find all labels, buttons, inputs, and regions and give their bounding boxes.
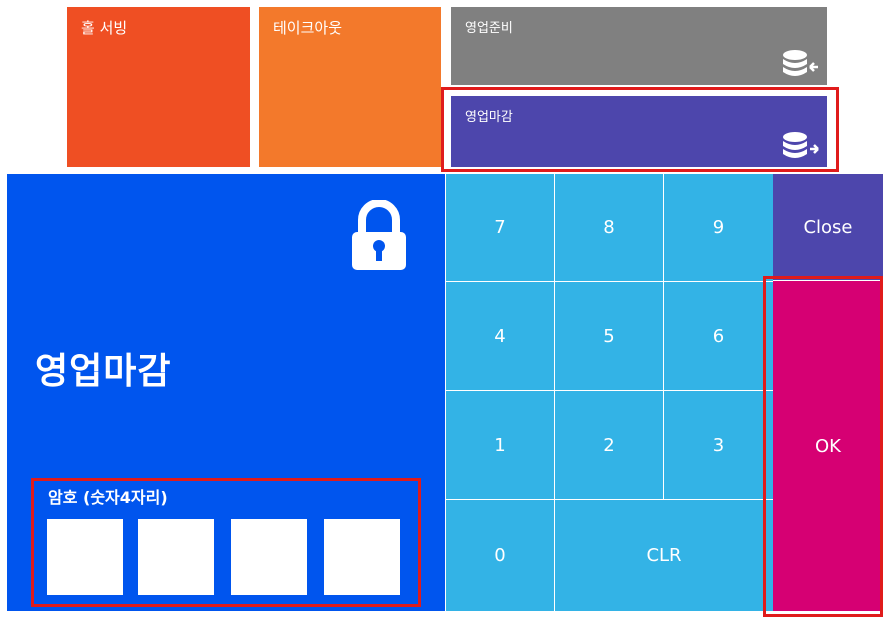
database-in-icon: [783, 50, 818, 76]
password-digit-3[interactable]: [231, 519, 307, 595]
takeout-tile[interactable]: 테이크아웃: [259, 7, 441, 167]
key-1[interactable]: 1: [446, 391, 554, 499]
key-6[interactable]: 6: [664, 282, 773, 390]
key-8[interactable]: 8: [555, 174, 663, 281]
key-7[interactable]: 7: [446, 174, 554, 281]
lock-icon: [352, 200, 406, 270]
database-out-icon: [783, 132, 819, 158]
hall-serving-tile[interactable]: 홀 서빙: [67, 7, 250, 167]
numeric-keypad: 7 8 9 4 5 6 1 2 3 0 CLR: [446, 174, 773, 611]
takeout-label: 테이크아웃: [273, 19, 343, 37]
close-business-panel: 영업마감 암호 (숫자4자리): [7, 174, 445, 611]
dialog-title: 영업마감: [35, 351, 172, 392]
key-4[interactable]: 4: [446, 282, 554, 390]
key-0[interactable]: 0: [446, 500, 554, 611]
password-label: 암호 (숫자4자리): [48, 488, 168, 507]
ok-button[interactable]: OK: [773, 281, 883, 611]
business-close-tile[interactable]: 영업마감: [451, 96, 827, 167]
key-5[interactable]: 5: [555, 282, 663, 390]
business-open-label: 영업준비: [465, 21, 513, 36]
key-9[interactable]: 9: [664, 174, 773, 281]
key-2[interactable]: 2: [555, 391, 663, 499]
password-digit-4[interactable]: [324, 519, 400, 595]
close-button[interactable]: Close: [773, 174, 883, 280]
password-digit-2[interactable]: [138, 519, 214, 595]
key-3[interactable]: 3: [664, 391, 773, 499]
business-close-label: 영업마감: [465, 110, 513, 125]
clear-button[interactable]: CLR: [555, 500, 773, 611]
business-open-tile[interactable]: 영업준비: [451, 7, 827, 85]
hall-serving-label: 홀 서빙: [81, 19, 128, 37]
password-digit-1[interactable]: [47, 519, 123, 595]
